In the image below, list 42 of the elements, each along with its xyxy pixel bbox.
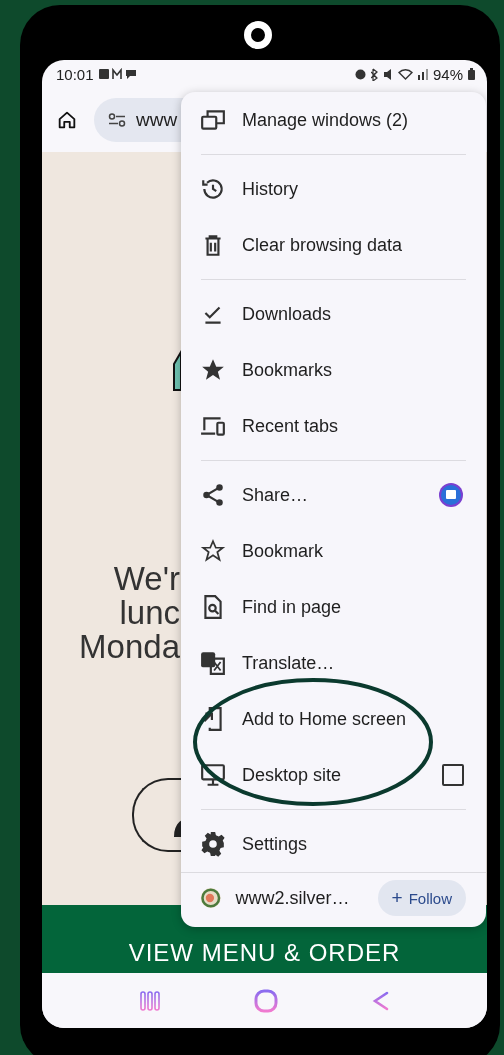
signal-icon	[417, 68, 428, 80]
notification-icons	[98, 68, 137, 80]
headline-text: lunc	[118, 596, 180, 630]
windows-icon	[200, 107, 226, 133]
menu-item[interactable]: Find in page	[181, 579, 486, 635]
settings-icon	[200, 831, 226, 857]
home-icon[interactable]	[56, 109, 78, 131]
monitor-icon	[200, 762, 226, 788]
menu-item[interactable]: Desktop site	[181, 747, 486, 803]
menu-item[interactable]: Share…	[181, 467, 486, 523]
battery-icon	[468, 68, 475, 80]
wifi-icon	[397, 68, 413, 80]
site-favicon	[200, 885, 222, 911]
menu-item[interactable]: Recent tabs	[181, 398, 486, 454]
menu-item[interactable]: Bookmark	[181, 523, 486, 579]
recent-apps-icon[interactable]	[138, 989, 161, 1012]
bluetooth-icon	[370, 67, 379, 81]
menu-item[interactable]: Manage windows (2)	[181, 92, 486, 148]
battery-level: 94%	[432, 65, 463, 83]
headline-text: We'r	[112, 562, 180, 596]
app-shortcut-icon[interactable]	[438, 482, 464, 508]
share-icon	[200, 482, 226, 508]
menu-item[interactable]: Bookmarks	[181, 342, 486, 398]
history-icon	[200, 176, 226, 202]
menu-item[interactable]: Downloads	[181, 286, 486, 342]
back-icon[interactable]	[370, 989, 391, 1012]
menu-item[interactable]: Clear browsing data	[181, 217, 486, 273]
menu-item[interactable]: Translate…	[181, 635, 486, 691]
headline-text: Monda	[78, 630, 180, 664]
alarm-icon	[354, 68, 366, 80]
camera-dot	[244, 21, 272, 49]
star-outline-icon	[200, 538, 226, 564]
mute-icon	[383, 68, 393, 80]
checkbox[interactable]	[442, 764, 464, 786]
menu-item[interactable]: Add to Home screen	[181, 691, 486, 747]
tune-icon[interactable]	[108, 113, 126, 127]
translate-icon	[200, 650, 226, 676]
status-time: 10:01	[56, 65, 94, 83]
follow-button[interactable]: + Follow	[377, 880, 466, 916]
menu-item[interactable]: History	[181, 161, 486, 217]
home-button-icon[interactable]	[253, 988, 278, 1013]
menu-item[interactable]: Settings	[181, 816, 486, 872]
